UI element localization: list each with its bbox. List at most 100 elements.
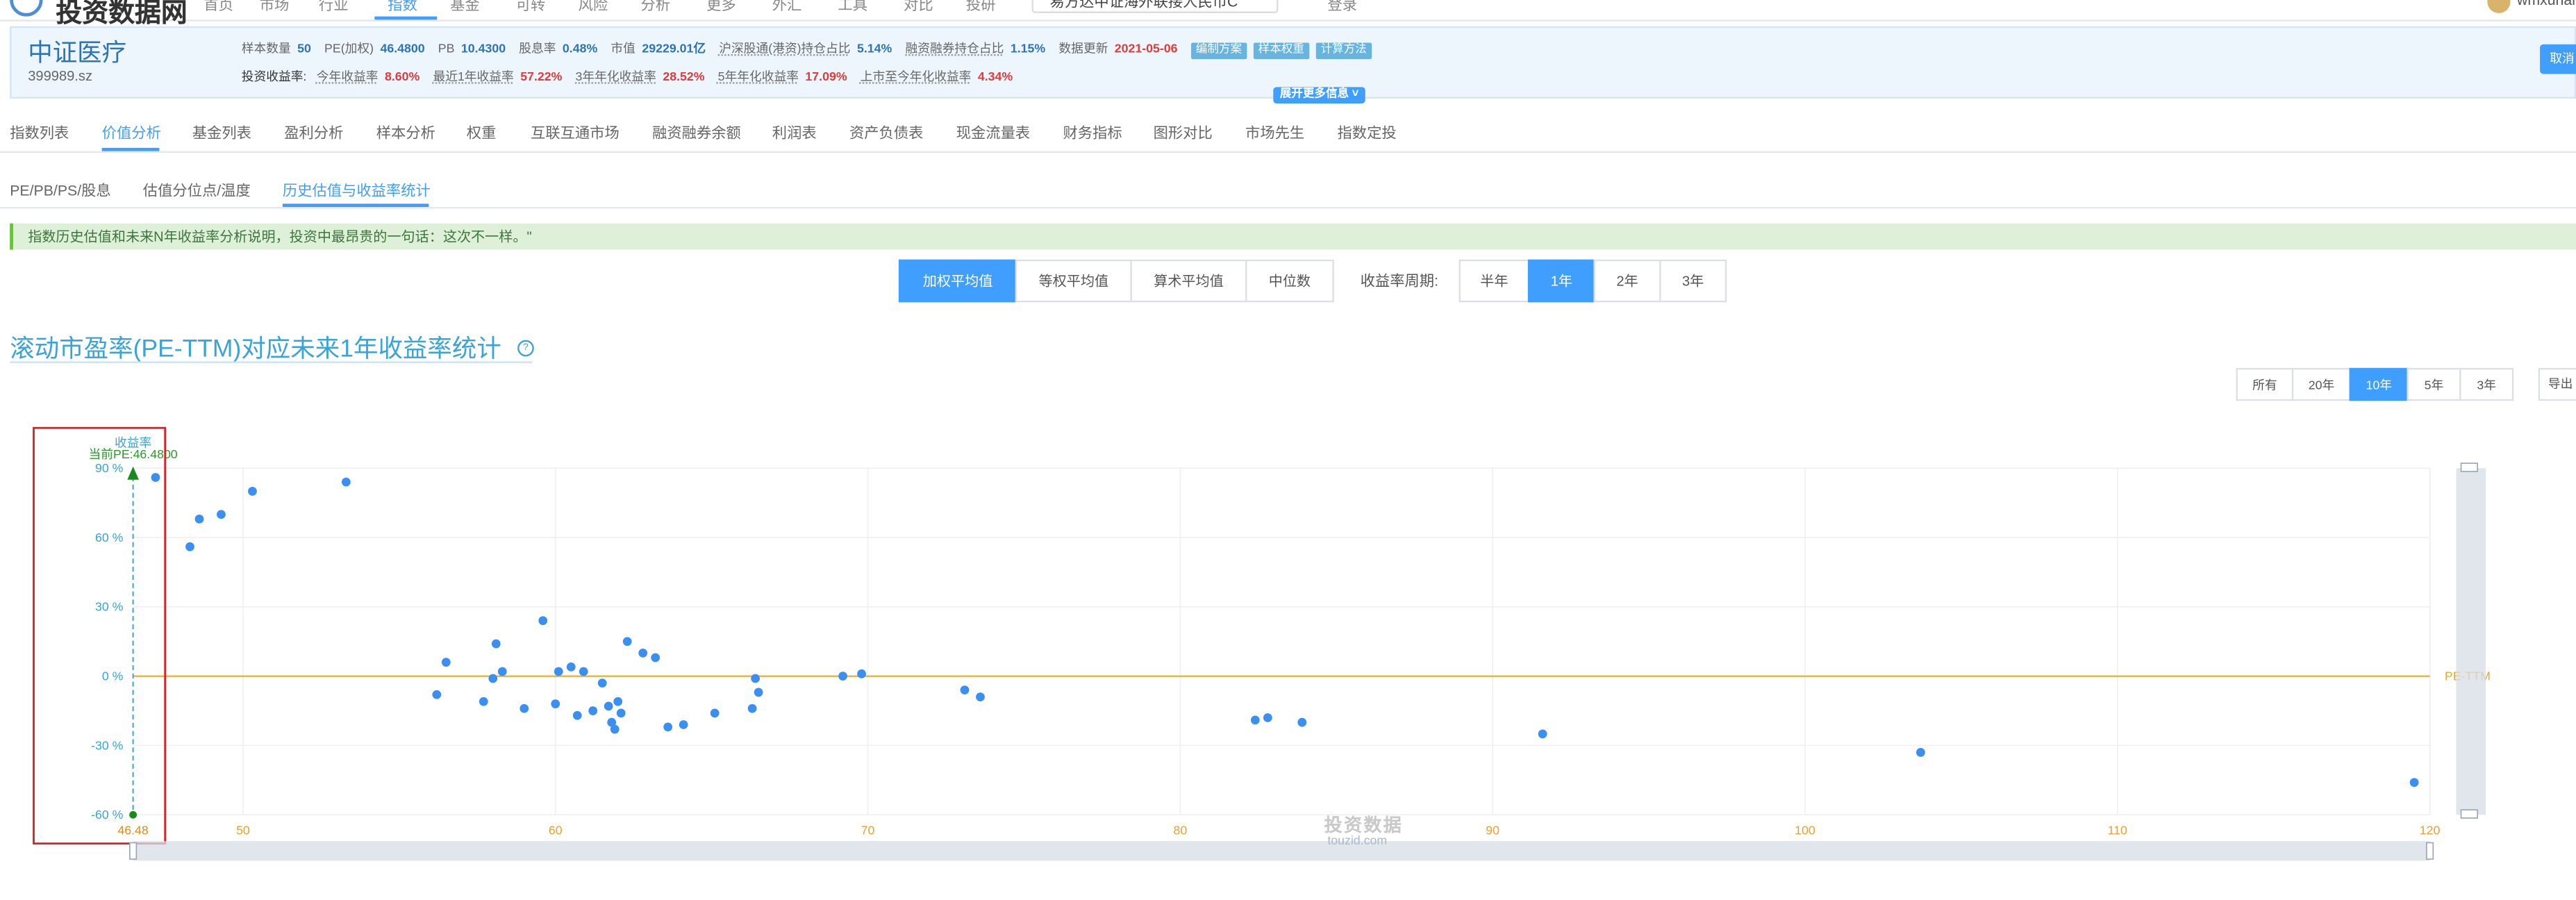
tab-sample-analysis[interactable]: 样本分析 (376, 122, 435, 143)
data-point[interactable] (754, 688, 763, 697)
vertical-zoom-slider[interactable] (2456, 468, 2486, 815)
nav-item-research[interactable]: 投研 (966, 0, 996, 15)
weighted-avg-button[interactable]: 加权平均值 (898, 259, 1017, 303)
data-point[interactable] (497, 667, 507, 676)
tab-financial-indicators[interactable]: 财务指标 (1063, 122, 1122, 143)
period-1-year-button[interactable]: 1年 (1527, 259, 1595, 303)
data-point[interactable] (622, 637, 632, 647)
tag-compile-plan[interactable]: 编制方案 (1190, 42, 1247, 60)
data-point[interactable] (751, 674, 761, 683)
nav-item-compare[interactable]: 对比 (904, 0, 933, 15)
data-point[interactable] (679, 720, 688, 729)
data-point[interactable] (610, 724, 620, 734)
user-name[interactable]: wmxuhai (2517, 0, 2575, 8)
nav-item-more[interactable]: 更多 (706, 0, 736, 15)
data-point[interactable] (1263, 713, 1272, 722)
data-point[interactable] (551, 699, 560, 708)
data-point[interactable] (194, 514, 204, 524)
data-point[interactable] (479, 697, 488, 706)
tab-valuation-metrics[interactable]: PE/PB/PS/股息 (10, 179, 111, 201)
data-point[interactable] (960, 685, 970, 694)
data-point[interactable] (554, 667, 563, 676)
nav-item-forex[interactable]: 外汇 (772, 0, 802, 15)
period-half-year-button[interactable]: 半年 (1459, 259, 1530, 303)
data-point[interactable] (857, 669, 866, 678)
horizontal-zoom-slider[interactable] (133, 841, 2430, 861)
slider-handle-bottom[interactable] (2460, 809, 2479, 819)
tab-weights[interactable]: 权重 (467, 122, 497, 143)
slider-handle-right[interactable] (2426, 842, 2434, 860)
data-point[interactable] (566, 662, 576, 672)
range-3y-button[interactable]: 3年 (2459, 367, 2514, 401)
tab-value-analysis[interactable]: 价值分析 (102, 122, 161, 143)
data-point[interactable] (1538, 729, 1547, 739)
tab-history-return-stats[interactable]: 历史估值与收益率统计 (283, 179, 431, 201)
tab-valuation-percentile[interactable]: 估值分位点/温度 (143, 179, 251, 201)
nav-item-convertible[interactable]: 可转 (516, 0, 546, 15)
tab-cash-flow[interactable]: 现金流量表 (956, 122, 1030, 143)
data-point[interactable] (488, 674, 498, 683)
range-all-button[interactable]: 所有 (2236, 367, 2294, 401)
range-20y-button[interactable]: 20年 (2291, 367, 2352, 401)
tag-sample-weight[interactable]: 样本权重 (1253, 42, 1310, 60)
tab-balance-sheet[interactable]: 资产负债表 (849, 122, 923, 143)
expand-more-button[interactable]: 展开更多信息 ˅ (1273, 87, 1365, 104)
nav-item-analysis[interactable]: 分析 (641, 0, 671, 15)
data-point[interactable] (613, 697, 623, 706)
period-2-year-button[interactable]: 2年 (1593, 259, 1661, 303)
logo-icon[interactable] (10, 0, 43, 17)
data-point[interactable] (663, 722, 673, 732)
tag-calc-method[interactable]: 计算方法 (1315, 42, 1372, 60)
data-point[interactable] (710, 708, 720, 718)
data-point[interactable] (151, 473, 160, 482)
nav-item-home[interactable]: 首页 (203, 0, 233, 15)
data-point[interactable] (616, 708, 626, 718)
tab-fund-list[interactable]: 基金列表 (192, 122, 251, 143)
nav-item-market[interactable]: 市场 (260, 0, 290, 15)
site-logo[interactable]: 投资数据网 (56, 0, 187, 30)
export-button[interactable]: 导出 (2538, 367, 2576, 401)
nav-login[interactable]: 登录 (1327, 0, 1357, 15)
data-point[interactable] (185, 542, 194, 551)
data-point[interactable] (976, 692, 985, 701)
data-point[interactable] (747, 703, 757, 713)
nav-item-fund[interactable]: 基金 (450, 0, 480, 15)
data-point[interactable] (838, 672, 847, 681)
median-button[interactable]: 中位数 (1245, 259, 1334, 303)
nav-item-index[interactable]: 指数 (388, 0, 417, 15)
period-3-year-button[interactable]: 3年 (1659, 259, 1727, 303)
range-5y-button[interactable]: 5年 (2407, 367, 2461, 401)
data-point[interactable] (441, 658, 451, 667)
search-input[interactable]: 易方达中证海外联接人民币C (1031, 0, 1279, 13)
arithmetic-avg-button[interactable]: 算术平均值 (1130, 259, 1247, 303)
data-point[interactable] (638, 648, 648, 658)
nav-item-industry[interactable]: 行业 (319, 0, 349, 15)
data-point[interactable] (341, 477, 351, 487)
data-point[interactable] (520, 703, 529, 713)
help-icon[interactable]: ? (517, 340, 534, 357)
data-point[interactable] (1916, 748, 1925, 757)
tab-connect-market[interactable]: 互联互通市场 (531, 122, 620, 143)
tab-income-statement[interactable]: 利润表 (772, 122, 817, 143)
data-point[interactable] (588, 706, 598, 715)
tab-profit-analysis[interactable]: 盈利分析 (284, 122, 343, 143)
data-point[interactable] (538, 616, 548, 626)
data-point[interactable] (2409, 778, 2419, 788)
range-10y-button[interactable]: 10年 (2349, 367, 2409, 401)
data-point[interactable] (572, 710, 582, 720)
tab-margin-balance[interactable]: 融资融券余额 (652, 122, 741, 143)
data-point[interactable] (248, 487, 257, 496)
tab-index-list[interactable]: 指数列表 (10, 122, 69, 143)
data-point[interactable] (432, 690, 442, 699)
tab-mr-market[interactable]: 市场先生 (1245, 122, 1304, 143)
data-point[interactable] (217, 510, 226, 519)
data-point[interactable] (651, 653, 660, 662)
data-point[interactable] (604, 701, 613, 711)
tab-chart-compare[interactable]: 图形对比 (1154, 122, 1213, 143)
nav-item-risk[interactable]: 风险 (579, 0, 608, 15)
cancel-button[interactable]: 取消 (2540, 44, 2576, 74)
data-point[interactable] (1297, 717, 1307, 727)
equal-weight-avg-button[interactable]: 等权平均值 (1015, 259, 1132, 303)
avatar[interactable] (2487, 0, 2511, 13)
data-point[interactable] (1250, 715, 1260, 725)
